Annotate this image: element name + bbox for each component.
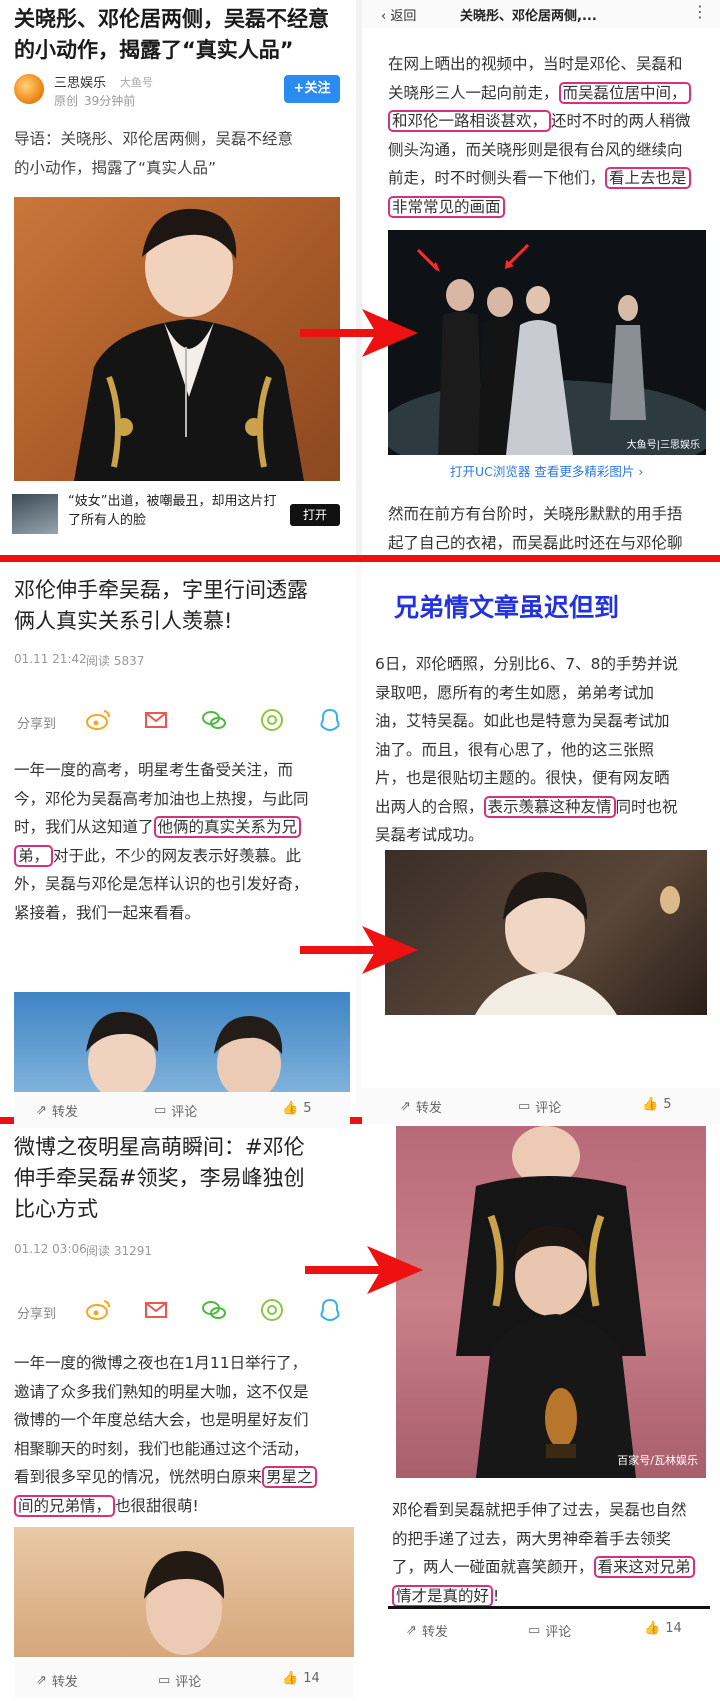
article-title: 关晓彤、邓伦居两侧，吴磊不经意 的小动作，揭露了“真实人品” — [14, 7, 329, 62]
red-divider — [0, 555, 720, 562]
award-photo: 百家号/瓦林娱乐 — [396, 1126, 706, 1478]
column-separator — [356, 0, 362, 555]
highlight-box: 弟， — [14, 844, 54, 867]
action-bar: ⇗ 转发 ▭ 评论 👍 14 — [14, 1662, 354, 1698]
column-separator — [356, 562, 362, 1117]
highlight-box: 情才是真的好 — [392, 1584, 494, 1607]
highlight-box: 而吴磊位居中间， — [558, 81, 691, 104]
article-continued: 然而在前方有台阶时，关晓彤默默的用手捂 起了自己的衣裙，而吴磊此时还在与邓伦聊 — [388, 505, 683, 552]
read-count: 阅读 5837 — [86, 654, 145, 668]
portrait-photo — [385, 850, 707, 1015]
portrait-photo — [14, 197, 340, 481]
share-arrow-icon: ⇗ — [36, 1103, 47, 1118]
red-arrow-icon — [300, 309, 418, 357]
like-button[interactable]: 👍 5 — [282, 1101, 311, 1116]
highlight-box: 表示羡慕这种友情 — [483, 795, 616, 818]
repost-button[interactable]: ⇗ 转发 — [36, 1101, 78, 1120]
highlight-box: 和邓伦一路相谈甚欢， — [388, 110, 552, 132]
follow-button[interactable]: +关注 — [284, 75, 340, 103]
comment-button[interactable]: ▭ 评论 — [158, 1671, 201, 1690]
article-body: 邓伦看到吴磊就把手伸了过去，吴磊也自然 的把手递了过去，两大男神牵着手去领奖 了… — [392, 1496, 712, 1610]
like-button[interactable]: 👍 14 — [282, 1671, 320, 1686]
highlight-box: 看上去也是 — [605, 167, 691, 189]
portrait-photo — [14, 1527, 354, 1657]
comment-button[interactable]: ▭ 评论 — [518, 1097, 561, 1116]
back-button[interactable]: ‹ 返回 — [381, 5, 416, 24]
red-arrow-icon — [300, 926, 418, 974]
weibo-icon[interactable] — [84, 706, 112, 734]
ad-text: “妓女”出道，被嘲最丑，却用这片打 了所有人的脸 — [68, 494, 277, 528]
moments-icon[interactable] — [258, 706, 286, 734]
video-still-photo: 大鱼号|三思娱乐 — [388, 230, 706, 455]
ad-open-button[interactable]: 打开 — [290, 504, 340, 526]
duo-photo — [14, 992, 350, 1092]
original-tag: 原创 — [54, 94, 79, 108]
chevron-left-icon: ‹ — [381, 9, 391, 24]
red-arrow-icon — [305, 1246, 423, 1294]
share-row: 分享到 — [14, 702, 340, 742]
publish-time: 39分钟前 — [84, 94, 136, 108]
highlight-box: 男星之 — [262, 1466, 317, 1488]
like-button[interactable]: 👍 5 — [642, 1097, 671, 1112]
comment-button[interactable]: ▭ 评论 — [528, 1621, 571, 1640]
comment-icon: ▭ — [158, 1673, 171, 1688]
article-body: 一年一度的高考，明星考生备受关注，而 今，邓伦为吴磊高考加油也上热搜，与此同 时… — [14, 761, 309, 922]
photo-watermark: 百家号/瓦林娱乐 — [617, 1454, 698, 1467]
publish-date: 01.11 21:42 — [14, 652, 87, 666]
repost-button[interactable]: ⇗ 转发 — [406, 1621, 448, 1640]
comment-icon: ▭ — [528, 1623, 541, 1638]
wechat-icon[interactable] — [200, 706, 228, 734]
publish-date: 01.12 03:06 — [14, 1242, 87, 1256]
media-progress-line — [388, 1606, 710, 1609]
highlight-box: 间的兄弟情， — [14, 1494, 116, 1517]
nav-title: 关晓彤、邓伦居两侧,... — [460, 9, 597, 24]
caption-text: 兄弟情文章虽迟但到 — [394, 593, 620, 622]
thumbs-up-icon: 👍 — [282, 1671, 299, 1686]
mail-icon[interactable] — [142, 1296, 170, 1324]
ad-banner[interactable]: “妓女”出道，被嘲最丑，却用这片打 了所有人的脸 打开 — [0, 484, 356, 554]
share-label: 分享到 — [17, 1307, 57, 1322]
highlight-box: 看来这对兄弟 — [593, 1556, 695, 1578]
photo-watermark: 大鱼号|三思娱乐 — [626, 440, 700, 451]
wechat-icon[interactable] — [200, 1296, 228, 1324]
weibo-icon[interactable] — [84, 1296, 112, 1324]
mail-icon[interactable] — [142, 706, 170, 734]
comment-icon: ▭ — [518, 1099, 531, 1114]
thumbs-up-icon: 👍 — [644, 1621, 661, 1636]
platform-tag: 大鱼号 — [120, 76, 153, 89]
share-arrow-icon: ⇗ — [406, 1623, 417, 1638]
action-bar: ⇗ 转发 ▭ 评论 👍 5 — [14, 1092, 350, 1128]
article-body: 6日，邓伦晒照，分别比6、7、8的手势并说 录取吧，愿所有的考生如愿，弟弟考试加… — [375, 655, 678, 844]
ad-thumbnail — [12, 494, 58, 534]
author-avatar[interactable] — [14, 74, 44, 104]
article-title: 微博之夜明星高萌瞬间：#邓伦 伸手牵吴磊#领奖，李易峰独创 比心方式 — [14, 1135, 305, 1221]
share-arrow-icon: ⇗ — [36, 1673, 47, 1688]
article-body: 一年一度的微博之夜也在1月11日举行了， 邀请了众多我们熟知的明星大咖，这不仅是… — [14, 1349, 346, 1520]
comment-icon: ▭ — [154, 1103, 167, 1118]
thumbs-up-icon: 👍 — [642, 1097, 659, 1112]
highlight-box: 非常常见的画面 — [388, 195, 505, 218]
repost-button[interactable]: ⇗ 转发 — [36, 1671, 78, 1690]
moments-icon[interactable] — [258, 1296, 286, 1324]
author-name[interactable]: 三思娱乐 — [54, 72, 106, 91]
share-arrow-icon: ⇗ — [400, 1099, 411, 1114]
uc-browser-link[interactable]: 打开UC浏览器 查看更多精彩图片 › — [450, 461, 643, 480]
read-count: 阅读 31291 — [86, 1244, 152, 1258]
share-label: 分享到 — [17, 717, 57, 732]
article-intro: 导语：关晓彤、邓伦居两侧，吴磊不经意 的小动作，揭露了“真实人品” — [14, 130, 294, 177]
repost-button[interactable]: ⇗ 转发 — [400, 1097, 442, 1116]
action-bar: ⇗ 转发 ▭ 评论 👍 14 — [362, 1612, 720, 1648]
more-icon[interactable]: ⋮ — [692, 2, 708, 21]
share-row: 分享到 — [14, 1292, 340, 1332]
like-button[interactable]: 👍 14 — [644, 1621, 682, 1636]
article-title: 邓伦伸手牵吴磊，字里行间透露 俩人真实关系引人羡慕! — [14, 578, 308, 633]
comment-button[interactable]: ▭ 评论 — [154, 1101, 197, 1120]
qq-icon[interactable] — [316, 706, 344, 734]
article-body: 在网上晒出的视频中，当时是邓伦、吴磊和 关晓彤三人一起向前走， 而吴磊位居中间， … — [388, 55, 691, 218]
action-bar: ⇗ 转发 ▭ 评论 👍 5 — [362, 1088, 720, 1124]
highlight-box: 他俩的真实关系为兄 — [153, 816, 302, 838]
qq-icon[interactable] — [316, 1296, 344, 1324]
thumbs-up-icon: 👍 — [282, 1101, 299, 1116]
